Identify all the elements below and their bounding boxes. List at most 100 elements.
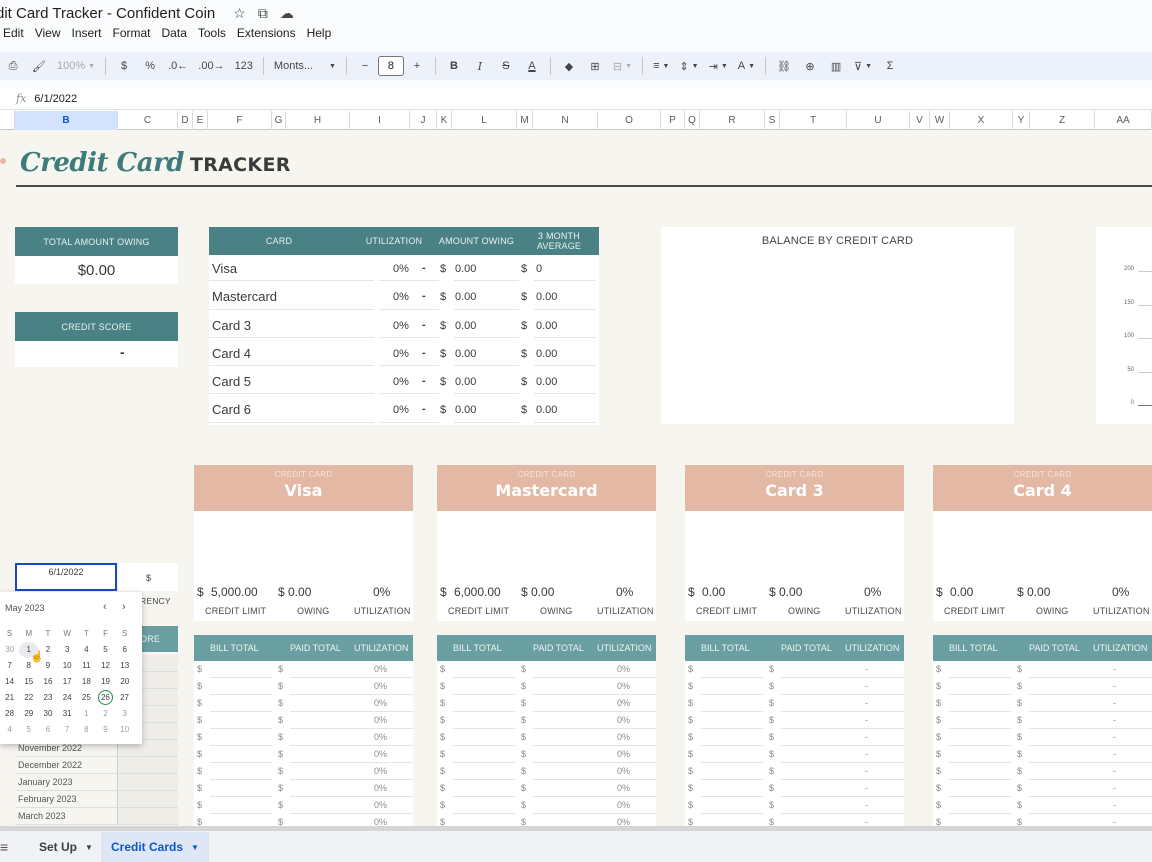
paid-cell[interactable]	[290, 780, 352, 797]
font-select[interactable]: Monts... ▼	[271, 55, 339, 77]
card-name[interactable]: Card 6	[212, 402, 251, 417]
insert-chart-button[interactable]: ▥	[825, 55, 847, 77]
borders-button[interactable]: ⊞	[584, 55, 606, 77]
bold-button[interactable]: B	[443, 55, 465, 77]
bill-cell[interactable]	[949, 695, 1011, 712]
paid-cell[interactable]	[533, 763, 595, 780]
column-header-s[interactable]: S	[765, 111, 780, 130]
day-cell[interactable]: 6	[115, 642, 134, 658]
column-header-j[interactable]: J	[410, 111, 437, 130]
card-name[interactable]: Card 4	[933, 481, 1152, 500]
bill-cell[interactable]	[210, 712, 272, 729]
column-header-v[interactable]: V	[910, 111, 930, 130]
paid-cell[interactable]	[290, 814, 352, 826]
paid-cell[interactable]	[1029, 712, 1091, 729]
day-cell[interactable]: 14	[0, 674, 19, 690]
total-owing-value[interactable]: $0.00	[15, 256, 178, 284]
column-header-l[interactable]: L	[452, 111, 517, 130]
move-to-folder-icon[interactable]: ⧉	[258, 5, 268, 22]
cloud-status-icon[interactable]: ☁	[280, 5, 294, 22]
day-cell[interactable]: 22	[19, 690, 38, 706]
bill-cell[interactable]	[453, 729, 515, 746]
day-cell[interactable]: 29	[19, 706, 38, 722]
card-name[interactable]: Mastercard	[437, 481, 656, 500]
bill-cell[interactable]	[949, 661, 1011, 678]
day-cell[interactable]: 10	[58, 658, 77, 674]
day-cell[interactable]: 30	[38, 706, 57, 722]
italic-button[interactable]: I	[469, 55, 491, 77]
menu-extensions[interactable]: Extensions	[234, 26, 304, 44]
column-header-f[interactable]: F	[208, 111, 272, 130]
balance-chart[interactable]: BALANCE BY CREDIT CARD	[661, 227, 1014, 424]
paid-cell[interactable]	[290, 797, 352, 814]
bill-cell[interactable]	[701, 763, 763, 780]
paid-cell[interactable]	[1029, 661, 1091, 678]
column-header-n[interactable]: N	[533, 111, 598, 130]
paid-cell[interactable]	[781, 661, 843, 678]
bill-cell[interactable]	[453, 763, 515, 780]
day-cell[interactable]: 5	[19, 722, 38, 738]
paid-cell[interactable]	[1029, 729, 1091, 746]
day-cell[interactable]: 30	[0, 642, 19, 658]
paid-cell[interactable]	[781, 746, 843, 763]
functions-button[interactable]: Σ	[879, 55, 901, 77]
bill-cell[interactable]	[949, 712, 1011, 729]
bill-cell[interactable]	[210, 695, 272, 712]
bill-cell[interactable]	[453, 712, 515, 729]
paid-cell[interactable]	[781, 780, 843, 797]
credit-limit-value[interactable]: 0.00	[702, 585, 725, 599]
day-cell[interactable]: 23	[38, 690, 57, 706]
bill-cell[interactable]	[453, 780, 515, 797]
horizontal-scrollbar[interactable]	[0, 826, 1152, 831]
column-header-c[interactable]: C	[118, 111, 178, 130]
day-cell[interactable]: 10	[115, 722, 134, 738]
bill-cell[interactable]	[210, 814, 272, 826]
column-header-p[interactable]: P	[661, 111, 685, 130]
day-cell[interactable]: 2	[96, 706, 115, 722]
text-color-button[interactable]: A	[521, 55, 543, 77]
menu-view[interactable]: View	[32, 26, 69, 44]
paid-cell[interactable]	[290, 695, 352, 712]
credit-limit-value[interactable]: 5,000.00	[211, 585, 258, 599]
paint-format-icon[interactable]: 🖌	[28, 55, 50, 77]
paid-cell[interactable]	[781, 814, 843, 826]
day-cell[interactable]: 24	[58, 690, 77, 706]
font-size-input[interactable]: 8	[377, 56, 404, 76]
column-header-e[interactable]: E	[193, 111, 208, 130]
score-cell[interactable]	[117, 774, 178, 791]
decrease-font-size-button[interactable]: −	[354, 55, 376, 77]
day-cell[interactable]: 13	[115, 658, 134, 674]
day-cell[interactable]: 18	[77, 674, 96, 690]
column-header-u[interactable]: U	[847, 111, 910, 130]
paid-cell[interactable]	[290, 729, 352, 746]
day-cell[interactable]: 19	[96, 674, 115, 690]
bill-cell[interactable]	[210, 780, 272, 797]
paid-cell[interactable]	[533, 712, 595, 729]
column-header-w[interactable]: W	[930, 111, 950, 130]
day-cell[interactable]: 15	[19, 674, 38, 690]
bill-cell[interactable]	[949, 797, 1011, 814]
side-chart[interactable]: 200 150 100 50 0	[1096, 227, 1152, 424]
day-cell[interactable]: 1	[77, 706, 96, 722]
bill-cell[interactable]	[949, 729, 1011, 746]
card-name[interactable]: Visa	[194, 481, 413, 500]
column-header-aa[interactable]: AA	[1095, 111, 1152, 130]
day-cell[interactable]: 7	[58, 722, 77, 738]
column-header-r[interactable]: R	[700, 111, 765, 130]
select-all-corner[interactable]	[0, 111, 15, 130]
bill-cell[interactable]	[949, 678, 1011, 695]
paid-cell[interactable]	[781, 797, 843, 814]
day-cell[interactable]: 25	[77, 690, 96, 706]
paid-cell[interactable]	[781, 763, 843, 780]
increase-font-size-button[interactable]: +	[406, 55, 428, 77]
currency-format-button[interactable]: $	[113, 55, 135, 77]
bill-cell[interactable]	[453, 797, 515, 814]
bill-cell[interactable]	[453, 814, 515, 826]
increase-decimal-button[interactable]: .00→	[195, 55, 227, 77]
card-name[interactable]: Mastercard	[212, 289, 277, 304]
star-icon[interactable]: ☆	[233, 5, 246, 22]
bill-cell[interactable]	[949, 763, 1011, 780]
paid-cell[interactable]	[533, 729, 595, 746]
bill-cell[interactable]	[210, 746, 272, 763]
column-header-b[interactable]: B	[15, 111, 118, 130]
